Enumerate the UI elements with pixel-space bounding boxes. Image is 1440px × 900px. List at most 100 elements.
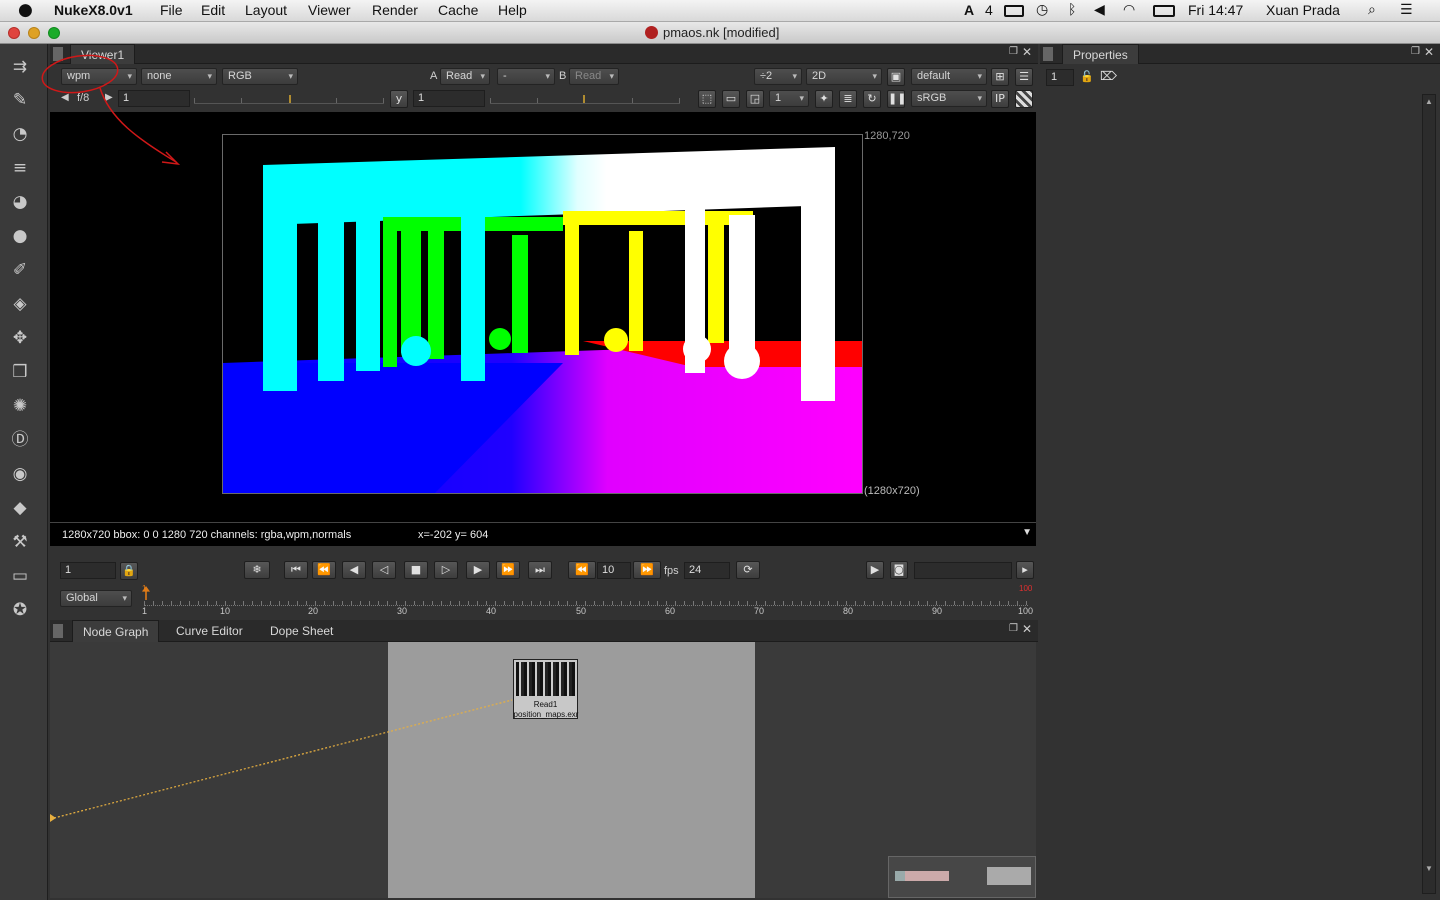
close-panel-icon[interactable]: ✕ [1424, 45, 1434, 59]
max-panels-field[interactable]: 1 [1046, 69, 1074, 86]
input-process-button[interactable]: IP [991, 90, 1009, 108]
filter-nodes-icon[interactable]: ● [9, 225, 31, 247]
stop-button[interactable]: ■ [404, 561, 428, 579]
b-input-select[interactable]: Read [569, 68, 619, 85]
gamma-slider[interactable] [490, 90, 680, 104]
gain-field[interactable]: 1 [118, 90, 190, 107]
bluetooth-icon[interactable]: ᛒ [1068, 2, 1076, 18]
play-forward-button[interactable]: ▷ [434, 561, 458, 579]
minimize-window-button[interactable] [28, 27, 40, 39]
fstop-left-icon[interactable]: ◀ [61, 92, 69, 103]
merge-nodes-icon[interactable]: ◈ [9, 293, 31, 315]
proxy-icon[interactable]: ◲ [746, 90, 764, 108]
float-panel-icon[interactable]: ❐ [1411, 46, 1420, 57]
viewer-settings-icon[interactable]: ☰ [1015, 68, 1033, 86]
transform-nodes-icon[interactable]: ✥ [9, 327, 31, 349]
colorspace-select[interactable]: sRGB [911, 90, 987, 107]
frame-field[interactable]: 1 [60, 562, 116, 579]
clipping-icon[interactable]: ≣ [839, 90, 857, 108]
lut-preset-select[interactable]: default [911, 68, 987, 85]
pause-update-icon[interactable]: ✦ [815, 90, 833, 108]
close-panel-icon[interactable]: ✕ [1022, 45, 1032, 59]
fps-field[interactable]: 24 [684, 562, 730, 579]
tab-curve-editor[interactable]: Curve Editor [166, 620, 253, 642]
timeline-menu-icon[interactable]: ▸ [1016, 561, 1034, 579]
pause-icon[interactable]: ❚❚ [887, 90, 906, 108]
gamma-toggle[interactable]: y [390, 90, 408, 108]
furnace-nodes-icon[interactable]: ▭ [9, 565, 31, 587]
menu-layout[interactable]: Layout [245, 2, 287, 18]
close-window-button[interactable] [8, 27, 20, 39]
menu-edit[interactable]: Edit [201, 2, 225, 18]
menu-cache[interactable]: Cache [438, 2, 478, 18]
playback-field[interactable] [914, 562, 1012, 579]
battery-menu-icon[interactable] [1004, 5, 1024, 17]
gamma-field[interactable]: 1 [413, 90, 485, 107]
panel-menu-handle[interactable] [53, 47, 63, 61]
loop-icon[interactable]: ⟳ [736, 561, 760, 579]
next-frame-button[interactable]: ▶ [466, 561, 490, 579]
viewer-canvas[interactable]: 1280,720 (1280x720) [50, 112, 1036, 522]
apple-icon[interactable]: ● [18, 0, 33, 20]
user-name[interactable]: Xuan Prada [1266, 2, 1340, 18]
stripes-icon[interactable] [1015, 90, 1033, 108]
skip-forward-button[interactable]: ⏩ [633, 561, 661, 579]
wipe-op-select[interactable]: - [497, 68, 555, 85]
guides-icon[interactable]: ▭ [722, 90, 740, 108]
view-mode-select[interactable]: 2D [806, 68, 882, 85]
node-graph-canvas[interactable]: Read1 position_maps.exr [50, 642, 1036, 898]
spotlight-icon[interactable]: ⌕ [1368, 2, 1376, 18]
first-frame-button[interactable]: ⏮ [284, 561, 308, 579]
roi-crop-icon[interactable]: ⬚ [698, 90, 716, 108]
proxy-select[interactable]: 1 [769, 90, 809, 107]
channel-nodes-icon[interactable]: ≡ [9, 157, 31, 179]
close-panel-icon[interactable]: ✕ [1022, 622, 1032, 636]
properties-scrollbar[interactable]: ▲ ▼ [1422, 94, 1436, 894]
fstop-label[interactable]: f/8 [77, 92, 89, 104]
float-panel-icon[interactable]: ❐ [1009, 46, 1018, 57]
views-nodes-icon[interactable]: ◉ [9, 463, 31, 485]
layer-select[interactable]: wpm [61, 68, 137, 85]
keyer-nodes-icon[interactable]: ✐ [9, 259, 31, 281]
tab-dope-sheet[interactable]: Dope Sheet [260, 620, 343, 642]
camera-icon[interactable]: ▣ [887, 68, 905, 86]
color-nodes-icon[interactable]: ◕ [9, 191, 31, 213]
panel-menu-handle[interactable] [1043, 47, 1053, 61]
menu-help[interactable]: Help [498, 2, 527, 18]
clear-panels-icon[interactable]: ⌦ [1100, 69, 1117, 83]
plugins-nodes-icon[interactable]: ✪ [9, 599, 31, 621]
lock-icon[interactable]: 🔒 [120, 562, 138, 580]
frame-ruler[interactable] [144, 590, 1028, 606]
menu-file[interactable]: File [160, 2, 183, 18]
lock-panels-icon[interactable]: 🔓 [1080, 70, 1094, 83]
flipbook-icon[interactable]: ▶ [866, 561, 884, 579]
range-select[interactable]: Global [60, 590, 132, 607]
tab-node-graph[interactable]: Node Graph [72, 620, 160, 642]
menu-viewer[interactable]: Viewer [308, 2, 351, 18]
a-input-select[interactable]: Read [440, 68, 490, 85]
image-nodes-icon[interactable]: ⇉ [9, 56, 31, 78]
volume-icon[interactable]: ◀ [1094, 2, 1105, 18]
wifi-icon[interactable]: ◠ [1123, 2, 1135, 18]
battery-icon[interactable] [1153, 5, 1175, 17]
fstop-right-icon[interactable]: ▶ [105, 92, 113, 103]
refresh-icon[interactable]: ↻ [863, 90, 881, 108]
float-panel-icon[interactable]: ❐ [1009, 623, 1018, 634]
adobe-icon[interactable]: A [964, 2, 974, 18]
record-icon[interactable]: ◙ [890, 561, 908, 579]
read-node[interactable]: Read1 position_maps.exr [513, 659, 578, 719]
particles-nodes-icon[interactable]: ✺ [9, 395, 31, 417]
increment-field[interactable]: 10 [597, 562, 631, 579]
prev-frame-button[interactable]: ◀ [342, 561, 366, 579]
zoom-select[interactable]: ÷2 [754, 68, 802, 85]
next-keyframe-button[interactable]: ⏩ [496, 561, 520, 579]
channels-select[interactable]: RGB [222, 68, 298, 85]
last-frame-button[interactable]: ⏭ [528, 561, 552, 579]
panel-menu-handle[interactable] [53, 624, 63, 638]
time-nodes-icon[interactable]: ◔ [9, 123, 31, 145]
time-machine-icon[interactable]: ◷ [1036, 2, 1048, 18]
info-dropdown-icon[interactable]: ▼ [1022, 527, 1032, 538]
notification-icon[interactable]: ☰ [1400, 2, 1413, 18]
menu-render[interactable]: Render [372, 2, 418, 18]
prev-keyframe-button[interactable]: ⏪ [312, 561, 336, 579]
